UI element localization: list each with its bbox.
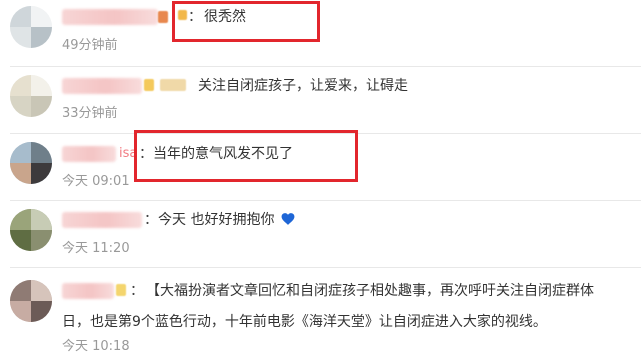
comment-item: ： 很秃然 49分钟前 — [0, 0, 641, 66]
comment-text: 今天 也好好拥抱你 — [158, 210, 295, 230]
timestamp: 今天 11:20 — [62, 241, 130, 256]
comment-text: 关注自闭症孩子，让爱来，让碍走 — [198, 78, 408, 94]
separator: ： — [130, 283, 144, 299]
user-badge-icon — [158, 11, 168, 23]
timestamp: 49分钟前 — [62, 38, 118, 53]
comment-text-line1: 【大福扮演者文章回忆和自闭症孩子相处趣事，再次呼吁关注自闭症群体 — [146, 283, 594, 299]
highlight-box — [134, 130, 358, 182]
avatar[interactable] — [10, 142, 52, 184]
username-blurred[interactable] — [62, 212, 142, 228]
comment-item: ： 今天 也好好拥抱你 今天 11:20 — [0, 201, 641, 267]
username-blurred[interactable] — [62, 9, 158, 25]
timestamp: 今天 09:01 — [62, 174, 130, 189]
comment-text-line2: 日，也是第9个蓝色行动，十年前电影《海洋天堂》让自闭症进入大家的视线。 — [62, 314, 547, 330]
avatar[interactable] — [10, 75, 52, 117]
blue-heart-icon — [281, 213, 295, 225]
avatar[interactable] — [10, 209, 52, 251]
username-blurred[interactable] — [62, 146, 116, 162]
timestamp: 今天 10:18 — [62, 339, 130, 354]
comment-feed: ： 很秃然 49分钟前 关注自闭症孩子，让爱来，让碍走 33分钟前 isa ： … — [0, 0, 641, 354]
user-badge-icon — [144, 79, 154, 91]
level-badge-icon — [160, 79, 186, 91]
user-badge-icon — [116, 284, 126, 296]
comment-item: ： 【大福扮演者文章回忆和自闭症孩子相处趣事，再次呼吁关注自闭症群体 日，也是第… — [0, 268, 641, 354]
comment-item: 关注自闭症孩子，让爱来，让碍走 33分钟前 — [0, 67, 641, 133]
highlight-box — [172, 1, 320, 42]
username-blurred[interactable] — [62, 283, 114, 299]
separator: ： — [144, 212, 158, 228]
comment-text-content: 今天 也好好拥抱你 — [158, 212, 275, 228]
avatar[interactable] — [10, 280, 52, 322]
comment-item: isa ： 当年的意气风发不见了 今天 09:01 — [0, 130, 641, 200]
timestamp: 33分钟前 — [62, 106, 118, 121]
avatar[interactable] — [10, 6, 52, 48]
username-blurred[interactable] — [62, 78, 142, 94]
